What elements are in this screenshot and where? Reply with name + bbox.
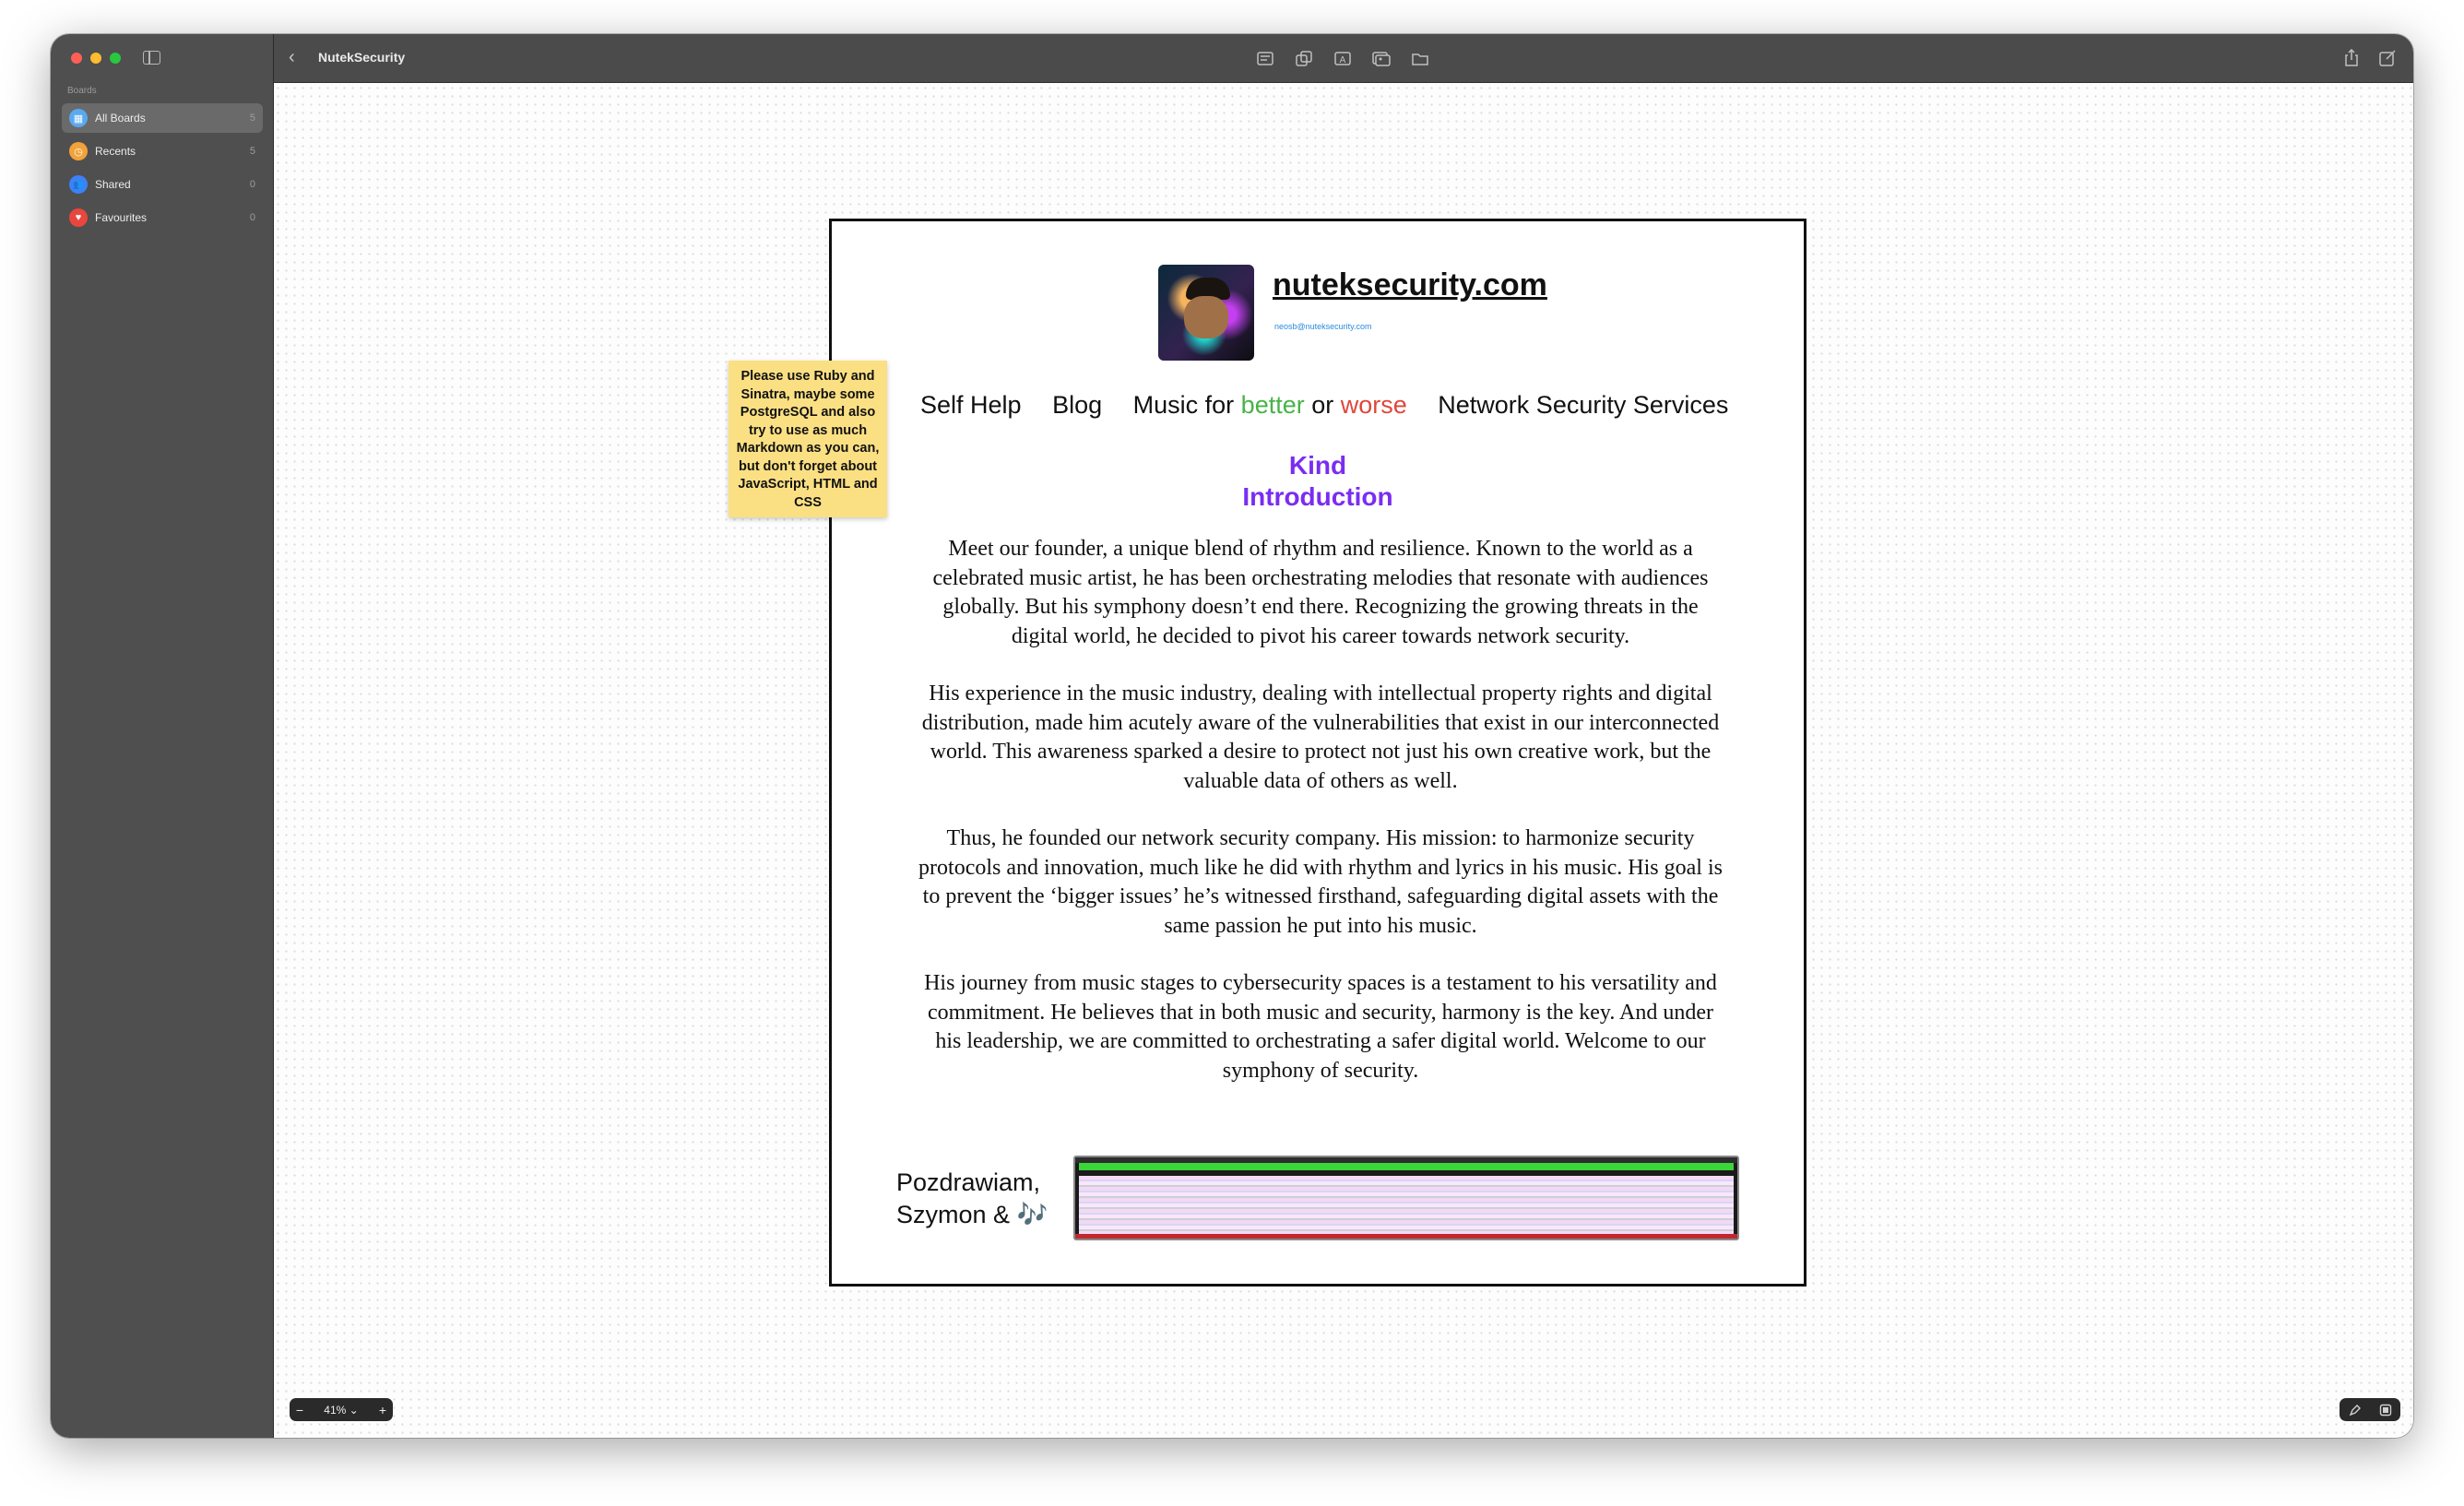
nav-music-prefix: Music for bbox=[1132, 391, 1241, 419]
zoom-level[interactable]: 41% ⌄ bbox=[310, 1404, 373, 1417]
photo-icon bbox=[1371, 51, 1391, 66]
site-name-link[interactable]: nuteksecurity.com bbox=[1273, 267, 1547, 303]
board-canvas[interactable]: nuteksecurity.com neosb@nuteksecurity.co… bbox=[274, 84, 2413, 1438]
toolbar-right bbox=[2341, 48, 2397, 67]
toolbar: ‹ NutekSecurity A bbox=[274, 34, 2413, 83]
insert-text-box-button[interactable] bbox=[1255, 49, 1274, 68]
nav-music-better: better bbox=[1240, 391, 1305, 419]
pen-icon[interactable] bbox=[2349, 1404, 2362, 1417]
sidebar-item-favourites[interactable]: ♥ Favourites 0 bbox=[62, 203, 263, 232]
nav-network-security[interactable]: Network Security Services bbox=[1438, 391, 1728, 419]
insert-tools: A bbox=[1255, 49, 1429, 68]
new-board-button[interactable] bbox=[2377, 48, 2397, 67]
zoom-window-button[interactable] bbox=[110, 53, 121, 64]
sidebar-item-label: Recents bbox=[95, 145, 136, 158]
nav-music-worse: worse bbox=[1340, 391, 1407, 419]
minimize-window-button[interactable] bbox=[90, 53, 101, 64]
view-controls bbox=[2340, 1398, 2400, 1421]
sidebar-item-all-boards[interactable]: ▦ All Boards 5 bbox=[62, 103, 263, 133]
text-box-icon bbox=[1256, 52, 1273, 65]
text-icon: A bbox=[1333, 52, 1351, 65]
zoom-level-value: 41% bbox=[324, 1403, 347, 1417]
share-button[interactable] bbox=[2341, 48, 2361, 67]
back-button[interactable]: ‹ bbox=[289, 47, 295, 67]
people-icon: 👥 bbox=[69, 175, 88, 194]
nav-blog[interactable]: Blog bbox=[1052, 391, 1102, 419]
share-icon bbox=[2344, 49, 2358, 66]
sidebar-item-label: All Boards bbox=[95, 112, 146, 125]
signoff-line1: Pozdrawiam, bbox=[896, 1168, 1041, 1196]
sidebar-heading: Boards bbox=[67, 86, 97, 96]
intro-paragraph: Meet our founder, a unique blend of rhyt… bbox=[932, 537, 1709, 648]
board-title: NutekSecurity bbox=[318, 50, 406, 65]
intro-heading-line2: Introduction bbox=[1242, 482, 1393, 511]
sticky-note[interactable]: Please use Ruby and Sinatra, maybe some … bbox=[729, 361, 887, 517]
shapes-icon bbox=[1295, 50, 1312, 66]
intro-paragraph: His experience in the music industry, de… bbox=[921, 682, 1720, 793]
signoff-line2: Szymon & 🎶 bbox=[896, 1201, 1048, 1228]
sidebar-item-label: Shared bbox=[95, 178, 131, 191]
sidebar-item-recents[interactable]: ◷ Recents 5 bbox=[62, 136, 263, 166]
site-nav: Self Help Blog Music for better or worse… bbox=[920, 391, 1750, 420]
signoff: Pozdrawiam, Szymon & 🎶 bbox=[896, 1167, 1048, 1231]
webpage-mockup[interactable]: nuteksecurity.com neosb@nuteksecurity.co… bbox=[829, 219, 1807, 1287]
site-email[interactable]: neosb@nuteksecurity.com bbox=[1274, 322, 1372, 331]
sidebar: Boards ▦ All Boards 5 ◷ Recents 5 👥 Shar… bbox=[51, 34, 274, 1438]
sidebar-list: ▦ All Boards 5 ◷ Recents 5 👥 Shared 0 ♥ … bbox=[62, 103, 263, 236]
heart-icon: ♥ bbox=[69, 208, 88, 227]
folder-icon bbox=[1411, 53, 1428, 65]
chevron-down-icon: ⌄ bbox=[349, 1403, 359, 1417]
intro-body: Meet our founder, a unique blend of rhyt… bbox=[915, 535, 1726, 1114]
sidebar-toggle-icon[interactable] bbox=[143, 51, 160, 65]
svg-text:A: A bbox=[1339, 55, 1345, 65]
nav-self-help[interactable]: Self Help bbox=[920, 391, 1022, 419]
intro-paragraph: His journey from music stages to cyberse… bbox=[924, 971, 1717, 1083]
sidebar-item-count: 0 bbox=[249, 179, 255, 190]
intro-heading: Kind Introduction bbox=[832, 450, 1804, 513]
zoom-control: − 41% ⌄ + bbox=[290, 1398, 393, 1421]
sidebar-item-shared[interactable]: 👥 Shared 0 bbox=[62, 170, 263, 199]
compose-icon bbox=[2378, 49, 2396, 66]
nav-music[interactable]: Music for better or worse bbox=[1133, 391, 1407, 419]
sidebar-item-count: 5 bbox=[249, 113, 255, 124]
site-logo bbox=[1158, 265, 1254, 361]
zoom-out-button[interactable]: − bbox=[290, 1403, 310, 1417]
insert-shape-button[interactable] bbox=[1294, 49, 1313, 68]
sidebar-item-count: 5 bbox=[249, 146, 255, 157]
fit-view-icon[interactable] bbox=[2379, 1404, 2392, 1417]
clock-icon: ◷ bbox=[69, 142, 88, 160]
insert-file-button[interactable] bbox=[1410, 49, 1429, 68]
nav-music-or: or bbox=[1304, 391, 1341, 419]
intro-heading-line1: Kind bbox=[1288, 451, 1347, 480]
app-window: Boards ▦ All Boards 5 ◷ Recents 5 👥 Shar… bbox=[51, 34, 2413, 1438]
insert-media-button[interactable] bbox=[1371, 49, 1391, 68]
zoom-in-button[interactable]: + bbox=[373, 1403, 393, 1417]
terminal-screenshot bbox=[1073, 1156, 1739, 1240]
intro-paragraph: Thus, he founded our network security co… bbox=[918, 826, 1723, 938]
all-boards-icon: ▦ bbox=[69, 109, 88, 127]
sidebar-item-count: 0 bbox=[249, 212, 255, 223]
close-window-button[interactable] bbox=[71, 53, 82, 64]
insert-text-button[interactable]: A bbox=[1333, 49, 1352, 68]
sidebar-item-label: Favourites bbox=[95, 211, 148, 224]
window-controls bbox=[71, 53, 121, 64]
